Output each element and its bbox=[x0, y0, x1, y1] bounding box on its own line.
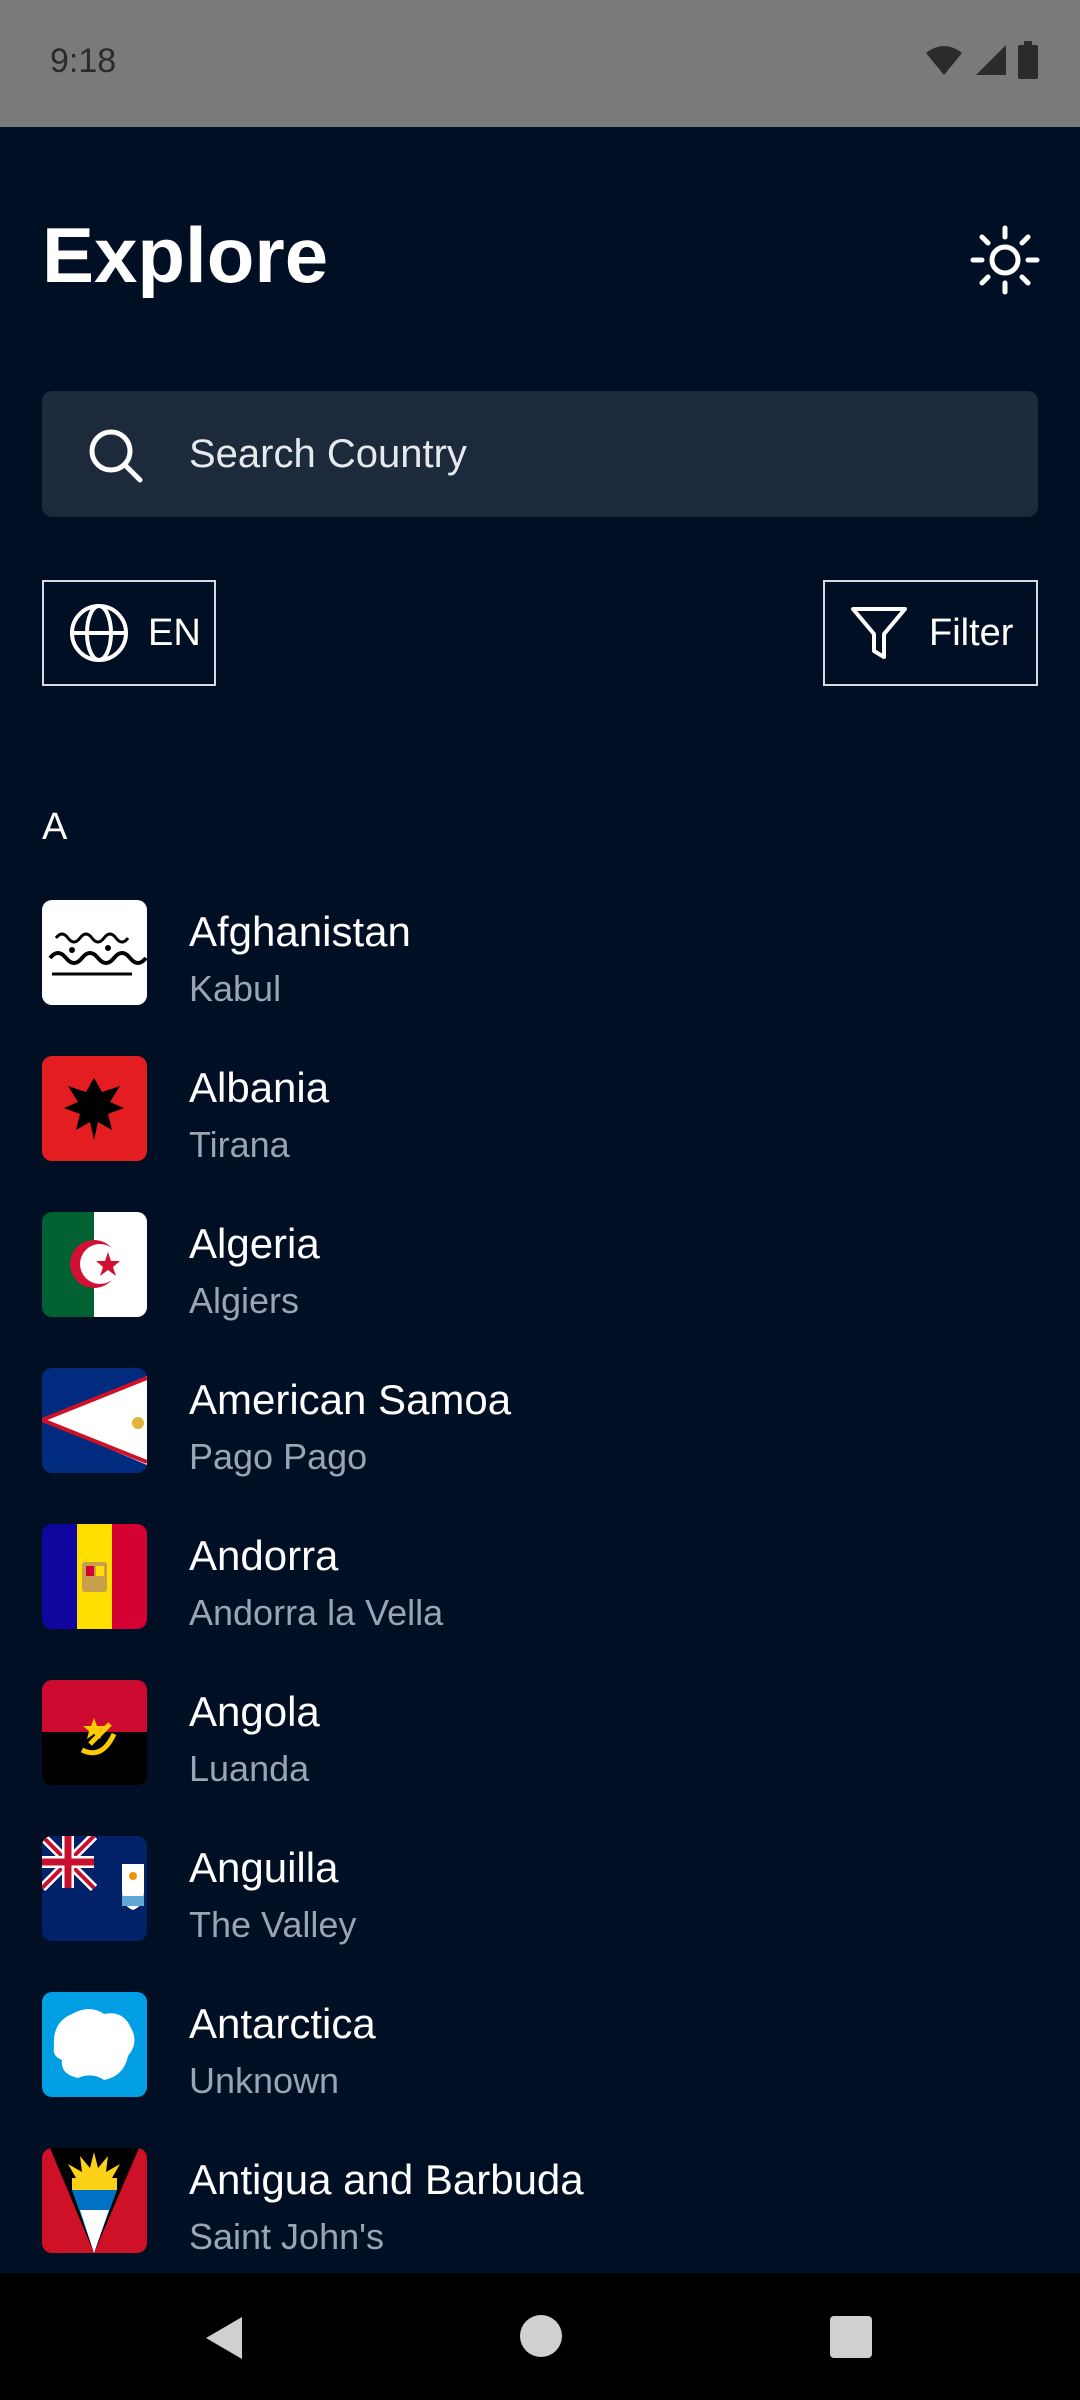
home-icon[interactable] bbox=[520, 2315, 562, 2357]
american-samoa-flag-icon bbox=[42, 1368, 147, 1473]
antigua-and-barbuda-flag-icon bbox=[42, 2148, 147, 2253]
albania-flag-icon bbox=[42, 1056, 147, 1161]
list-item[interactable]: Andorra Andorra la Vella bbox=[0, 1524, 1080, 1680]
country-capital: The Valley bbox=[189, 1904, 357, 1945]
anguilla-flag-icon bbox=[42, 1836, 147, 1941]
wifi-icon bbox=[926, 46, 962, 75]
list-item[interactable]: Antarctica Unknown bbox=[0, 1992, 1080, 2148]
list-item[interactable]: Anguilla The Valley bbox=[0, 1836, 1080, 1992]
filter-label: Filter bbox=[929, 611, 1014, 654]
globe-icon bbox=[70, 604, 128, 662]
section-header: A bbox=[42, 806, 68, 848]
afghanistan-flag-icon bbox=[42, 900, 147, 1005]
country-name: Albania bbox=[189, 1064, 330, 1111]
country-capital: Tirana bbox=[189, 1124, 290, 1165]
page-title: Explore bbox=[42, 211, 329, 299]
status-time: 9:18 bbox=[50, 42, 117, 80]
country-list: Afghanistan Kabul Albania Tirana Algeria… bbox=[0, 900, 1080, 2304]
country-name: Andorra bbox=[189, 1532, 339, 1579]
language-label: EN bbox=[148, 611, 201, 654]
navigation-bar bbox=[0, 2273, 1080, 2400]
country-capital: Luanda bbox=[189, 1748, 310, 1789]
battery-icon bbox=[1018, 41, 1038, 79]
list-item[interactable]: Afghanistan Kabul bbox=[0, 900, 1080, 1056]
algeria-flag-icon bbox=[42, 1212, 147, 1317]
signal-icon bbox=[976, 45, 1006, 75]
theme-toggle-button[interactable] bbox=[970, 225, 1040, 295]
status-icons bbox=[924, 40, 1038, 80]
list-item[interactable]: Albania Tirana bbox=[0, 1056, 1080, 1212]
andorra-flag-icon bbox=[42, 1524, 147, 1629]
search-bar[interactable] bbox=[42, 391, 1038, 517]
list-item[interactable]: Angola Luanda bbox=[0, 1680, 1080, 1836]
country-name: Antarctica bbox=[189, 2000, 376, 2047]
search-icon bbox=[89, 429, 143, 483]
filter-icon bbox=[851, 607, 907, 659]
country-name: Algeria bbox=[189, 1220, 320, 1267]
list-item[interactable]: American Samoa Pago Pago bbox=[0, 1368, 1080, 1524]
country-name: Anguilla bbox=[189, 1844, 339, 1891]
country-name: American Samoa bbox=[189, 1376, 512, 1423]
angola-flag-icon bbox=[42, 1680, 147, 1785]
country-capital: Unknown bbox=[189, 2060, 340, 2101]
filter-button[interactable]: Filter bbox=[823, 580, 1038, 686]
country-capital: Saint John's bbox=[189, 2216, 384, 2257]
country-capital: Andorra la Vella bbox=[189, 1592, 444, 1633]
list-item[interactable]: Algeria Algiers bbox=[0, 1212, 1080, 1368]
language-button[interactable]: EN bbox=[42, 580, 216, 686]
country-name: Afghanistan bbox=[189, 908, 411, 955]
status-bar: 9:18 bbox=[0, 0, 1080, 127]
country-name: Antigua and Barbuda bbox=[189, 2156, 584, 2203]
sun-icon bbox=[970, 225, 1040, 295]
country-capital: Pago Pago bbox=[189, 1436, 368, 1477]
country-name: Angola bbox=[189, 1688, 320, 1735]
antarctica-flag-icon bbox=[42, 1992, 147, 2097]
recents-icon[interactable] bbox=[830, 2316, 872, 2358]
search-input[interactable] bbox=[189, 421, 989, 487]
back-icon[interactable] bbox=[200, 2313, 250, 2363]
country-capital: Kabul bbox=[189, 968, 282, 1009]
country-capital: Algiers bbox=[189, 1280, 300, 1321]
